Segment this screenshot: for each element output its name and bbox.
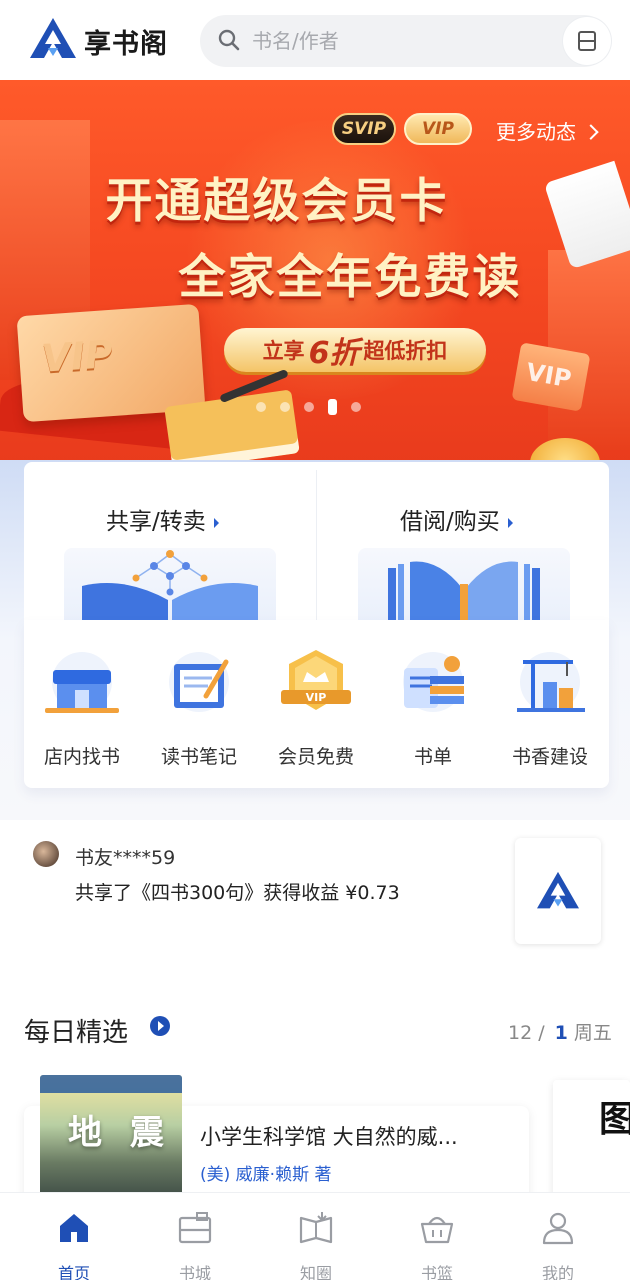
vip-badge-icon: VIP (281, 650, 351, 710)
promo-banner[interactable]: SVIP VIP 更多动态 开通超级会员卡 全家全年免费读 VIP 立享 6折 … (0, 80, 630, 478)
quick-link-construction[interactable]: 书香建设 (492, 648, 608, 769)
share-resell-link[interactable]: 共享/转卖 (106, 502, 219, 536)
tab-profile[interactable]: 我的 (518, 1210, 598, 1280)
app-logo-icon (30, 18, 76, 58)
chevron-right-icon (583, 124, 599, 140)
quick-link-vip-free[interactable]: VIP 会员免费 (258, 648, 374, 769)
share-resell-label: 共享/转卖 (106, 509, 206, 535)
book-cover[interactable]: 地 震 (40, 1075, 182, 1200)
quick-link-booklist[interactable]: 书单 (375, 648, 491, 769)
carousel-dot[interactable] (304, 402, 314, 412)
tab-circle[interactable]: 知圈 (276, 1210, 356, 1280)
carousel-dot[interactable] (256, 402, 266, 412)
vip-tag-text: VIP (524, 357, 574, 394)
home-icon (60, 1214, 88, 1242)
tab-label: 首页 (57, 1264, 90, 1280)
daily-picks-title: 每日精选 (24, 1018, 129, 1048)
app-logo-icon (537, 871, 579, 909)
quick-link-notes[interactable]: 读书笔记 (141, 648, 257, 769)
vip-card-text: VIP (40, 331, 115, 381)
carousel-dot[interactable] (351, 402, 361, 412)
search-input[interactable] (252, 25, 552, 57)
carousel-dot[interactable] (280, 402, 290, 412)
carousel-indicator (256, 399, 361, 415)
feature-divider (316, 470, 317, 620)
tab-label: 我的 (541, 1264, 574, 1280)
notice-user: 书友****59 (75, 847, 176, 869)
booklist-icon (403, 652, 464, 712)
next-book-cover-glyph: 图 (599, 1099, 630, 1140)
discount-pill: 立享 6折 超低折扣 (224, 328, 486, 372)
tab-label: 书篮 (420, 1264, 453, 1280)
daily-date: 12 / 1 周五 (508, 1018, 612, 1045)
svg-text:VIP: VIP (306, 691, 327, 704)
app-name: 享书阁 (84, 29, 168, 60)
date-weekday: 周五 (573, 1022, 612, 1044)
network-book-icon (82, 550, 258, 620)
carousel-dot-active[interactable] (328, 399, 337, 415)
banner-headline-2: 全家全年免费读 (178, 250, 522, 305)
open-book-icon (299, 1212, 333, 1244)
cover-banner (40, 1075, 182, 1093)
date-day: 1 (554, 1022, 568, 1044)
tab-label: 书城 (178, 1264, 211, 1280)
search-icon (218, 29, 240, 51)
more-news-label: 更多动态 (496, 120, 576, 144)
discount-number: 6折 (308, 336, 360, 371)
tab-home[interactable]: 首页 (34, 1210, 114, 1280)
quick-link-bookstore[interactable]: 店内找书 (24, 648, 140, 769)
search-bar[interactable] (200, 15, 610, 67)
book-title: 小学生科学馆 大自然的威... (200, 1125, 458, 1149)
bookshelf-icon (178, 1212, 212, 1244)
quick-link-label: 读书笔记 (160, 746, 237, 768)
vip-badge: VIP (404, 113, 472, 145)
date-month: 12 / (508, 1022, 545, 1044)
basket-icon (420, 1216, 454, 1244)
notice-message: 共享了《四书300句》获得收益 ¥0.73 (75, 882, 400, 904)
borrow-buy-label: 借阅/购买 (400, 509, 500, 535)
quick-link-label: 书单 (413, 746, 452, 768)
borrow-buy-link[interactable]: 借阅/购买 (400, 502, 513, 536)
more-news-link[interactable]: 更多动态 (496, 116, 599, 145)
notebook-icon (169, 652, 229, 712)
user-icon (542, 1212, 574, 1245)
banner-headline-1: 开通超级会员卡 (105, 174, 449, 229)
discount-post: 超低折扣 (363, 339, 448, 363)
vip-tag-illustration: VIP (511, 342, 591, 412)
arrow-right-icon (213, 517, 219, 528)
play-icon[interactable] (150, 1016, 170, 1036)
open-book-blue-icon (388, 561, 540, 620)
notice-book-thumbnail[interactable] (515, 838, 601, 944)
app-header: 享书阁 (0, 0, 630, 80)
construction-icon (517, 652, 585, 712)
quick-link-label: 书香建设 (511, 746, 588, 768)
tab-basket[interactable]: 书篮 (397, 1210, 477, 1280)
avatar (33, 841, 59, 867)
discount-pre: 立享 (262, 339, 305, 363)
scan-icon (578, 31, 596, 51)
tab-label: 知圈 (299, 1264, 332, 1280)
book-author: (美) 威廉·赖斯 著 (200, 1165, 332, 1185)
bookstore-icon (45, 652, 119, 713)
tab-bookstore[interactable]: 书城 (155, 1210, 235, 1280)
share-illustration[interactable] (64, 548, 276, 620)
svip-badge: SVIP (332, 113, 396, 145)
scan-button[interactable] (563, 17, 611, 65)
quick-link-label: 会员免费 (277, 746, 354, 768)
borrow-illustration[interactable] (358, 548, 570, 620)
next-book-card[interactable]: 图 (553, 1080, 630, 1200)
quick-link-label: 店内找书 (43, 746, 120, 768)
cover-title: 地 震 (68, 1113, 172, 1153)
arrow-right-icon (507, 517, 513, 528)
